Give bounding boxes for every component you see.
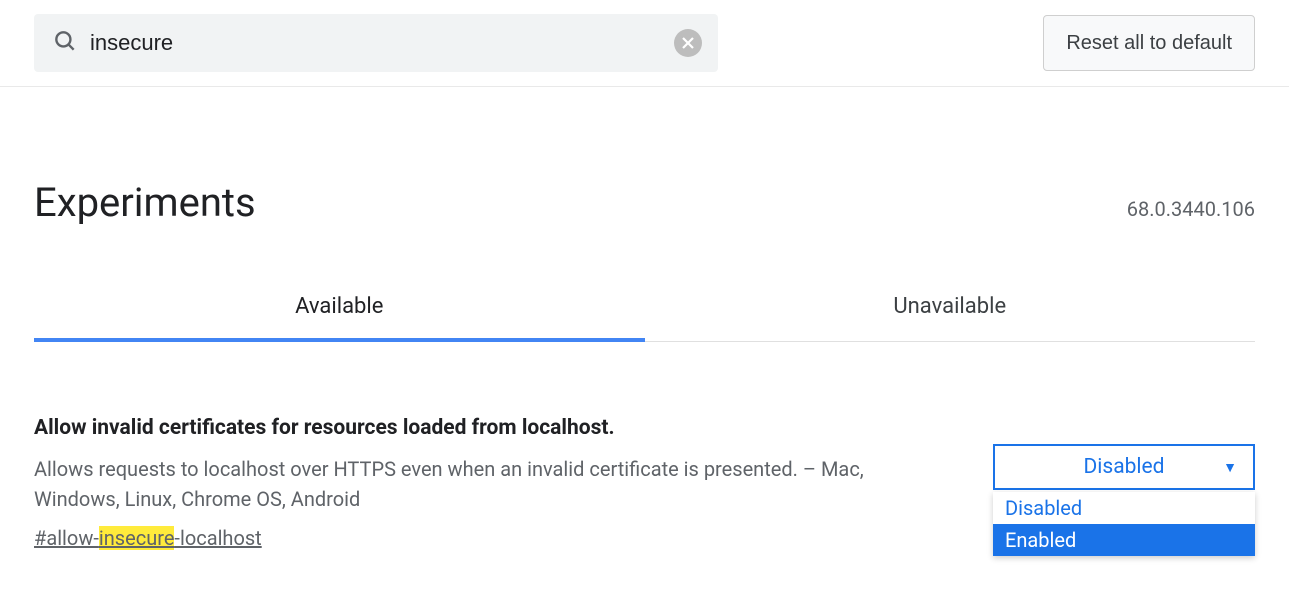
tabs: Available Unavailable <box>34 294 1255 342</box>
flag-state-select[interactable]: Disabled ▼ <box>993 444 1255 490</box>
flag-details: Allow invalid certificates for resources… <box>34 416 953 550</box>
title-row: Experiments 68.0.3440.106 <box>34 179 1255 226</box>
search-box[interactable] <box>34 14 718 72</box>
top-bar: Reset all to default <box>0 0 1289 87</box>
flag-anchor-pre: #allow- <box>34 526 99 550</box>
tab-unavailable[interactable]: Unavailable <box>645 294 1256 341</box>
flag-row: Allow invalid certificates for resources… <box>34 416 1255 550</box>
flag-state-option-disabled[interactable]: Disabled <box>993 492 1255 524</box>
flag-state-option-enabled[interactable]: Enabled <box>993 524 1255 556</box>
flag-control: Disabled ▼ Disabled Enabled <box>993 444 1255 550</box>
tab-available[interactable]: Available <box>34 294 645 341</box>
search-input[interactable] <box>90 30 674 56</box>
flag-description: Allows requests to localhost over HTTPS … <box>34 454 953 514</box>
reset-all-button[interactable]: Reset all to default <box>1043 15 1255 71</box>
flag-anchor-link[interactable]: #allow-insecure-localhost <box>34 526 262 550</box>
clear-search-icon[interactable] <box>674 29 702 57</box>
flag-anchor-post: -localhost <box>174 526 261 550</box>
flag-title: Allow invalid certificates for resources… <box>34 416 953 440</box>
flag-state-dropdown: Disabled Enabled <box>993 492 1255 556</box>
chevron-down-icon: ▼ <box>1223 459 1237 476</box>
page-title: Experiments <box>34 179 256 226</box>
flag-state-selected: Disabled <box>1083 455 1164 479</box>
flag-anchor-highlight: insecure <box>99 526 175 550</box>
search-icon <box>52 28 78 58</box>
version-label: 68.0.3440.106 <box>1127 197 1255 221</box>
